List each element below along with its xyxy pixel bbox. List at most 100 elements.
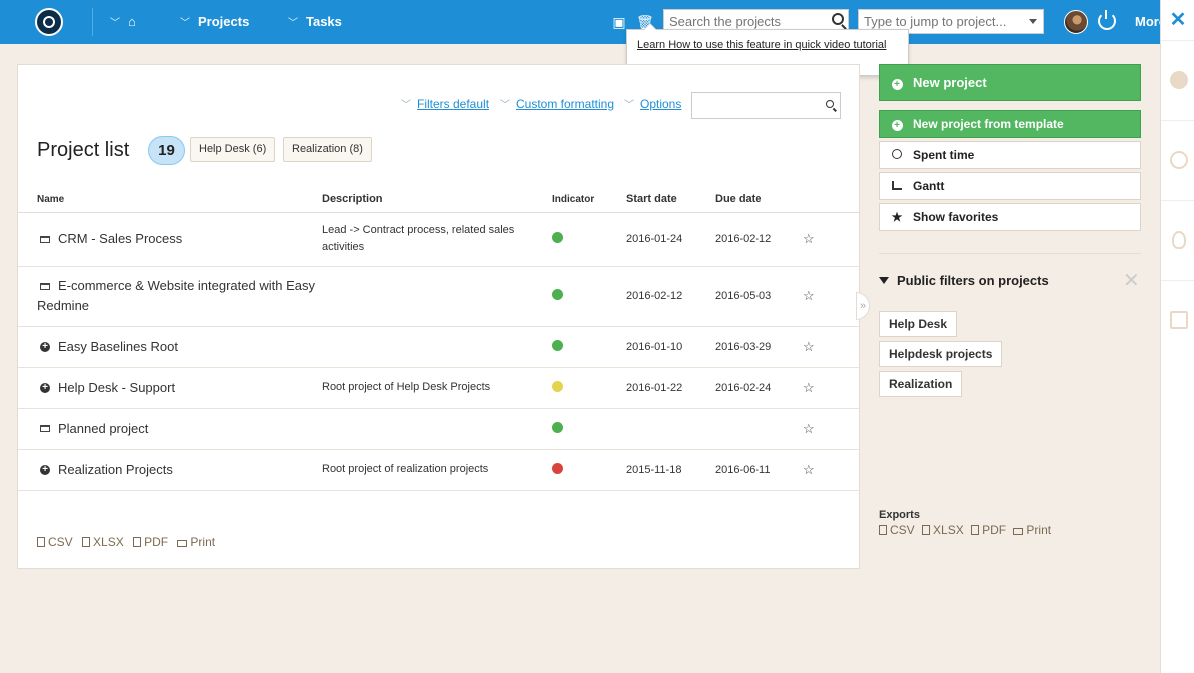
project-name[interactable]: CRM - Sales Process: [58, 231, 182, 246]
project-name[interactable]: Realization Projects: [58, 462, 173, 477]
nav-projects[interactable]: ﹀ Projects: [180, 0, 249, 44]
search-icon[interactable]: [832, 13, 844, 25]
plus-circle-icon[interactable]: +: [40, 382, 50, 393]
star-icon[interactable]: ☆: [803, 462, 815, 477]
sidebar-export-xlsx[interactable]: XLSX: [922, 523, 964, 537]
table-row[interactable]: Planned project ☆: [18, 408, 859, 450]
start-date: 2016-01-24: [626, 212, 715, 267]
project-name[interactable]: E-commerce & Website integrated with Eas…: [37, 278, 315, 313]
show-favorites-button[interactable]: ★ Show favorites: [879, 203, 1141, 231]
table-row[interactable]: + Easy Baselines Root 2016-01-10 2016-03-…: [18, 326, 859, 368]
star-icon[interactable]: ☆: [803, 288, 815, 303]
gantt-button[interactable]: Gantt: [879, 172, 1141, 200]
bar-chart-icon: [892, 181, 902, 190]
chevron-down-icon: ﹀: [180, 18, 190, 29]
sidebar-export-pdf[interactable]: PDF: [971, 523, 1006, 537]
plus-icon: +: [891, 120, 903, 131]
nav-tasks[interactable]: ﹀ Tasks: [288, 0, 342, 44]
project-name[interactable]: Help Desk - Support: [58, 380, 175, 395]
filters-toggle[interactable]: ﹀ Filters default: [401, 96, 489, 111]
options-toggle[interactable]: ﹀ Options: [624, 96, 681, 111]
start-date: 2015-11-18: [626, 449, 715, 491]
project-table: Name Description Indicator Start date Du…: [18, 187, 859, 491]
plus-circle-icon[interactable]: +: [40, 341, 50, 352]
column-due-date[interactable]: Due date: [715, 187, 803, 213]
column-start-date[interactable]: Start date: [626, 187, 715, 213]
spent-time-button[interactable]: Spent time: [879, 141, 1141, 169]
start-date: 2016-01-22: [626, 367, 715, 409]
list-search-input[interactable]: [692, 93, 817, 118]
rail-user[interactable]: [1161, 40, 1194, 120]
home-menu[interactable]: ﹀ ⌂: [110, 0, 136, 44]
rail-ideas[interactable]: [1161, 200, 1194, 280]
tag-help-desk[interactable]: Help Desk (6): [190, 137, 276, 162]
project-description: [322, 326, 552, 368]
project-description: [322, 408, 552, 450]
rail-chat[interactable]: [1161, 120, 1194, 200]
table-row[interactable]: E-commerce & Website integrated with Eas…: [18, 266, 859, 327]
close-icon[interactable]: ✕: [1161, 0, 1194, 40]
public-filter-realization[interactable]: Realization: [879, 371, 963, 397]
project-description: [322, 266, 552, 327]
user-avatar[interactable]: [1064, 10, 1088, 34]
folder-icon: [40, 235, 50, 243]
public-filter-helpdesk-projects[interactable]: Helpdesk projects: [879, 341, 1003, 367]
plus-circle-icon[interactable]: +: [40, 464, 50, 475]
export-print[interactable]: Print: [177, 535, 215, 549]
more-menu[interactable]: More: [1135, 0, 1160, 44]
star-icon[interactable]: ☆: [803, 380, 815, 395]
folder-icon: [40, 282, 50, 290]
export-pdf[interactable]: PDF: [133, 535, 168, 549]
collapse-sidebar-handle[interactable]: »: [856, 292, 870, 320]
project-name[interactable]: Easy Baselines Root: [58, 339, 178, 354]
export-xlsx[interactable]: XLSX: [82, 535, 124, 549]
start-date: 2016-02-12: [626, 266, 715, 327]
youtube-icon[interactable]: ▣: [612, 12, 626, 32]
status-indicator: [552, 339, 563, 351]
file-icon: [879, 525, 887, 535]
new-project-from-template-button[interactable]: + New project from template: [879, 110, 1141, 138]
table-row[interactable]: + Realization Projects Root project of re…: [18, 449, 859, 491]
page-title: Project list: [37, 139, 130, 161]
app-logo-icon[interactable]: [35, 8, 63, 36]
project-name[interactable]: Planned project: [58, 421, 148, 436]
caret-down-icon[interactable]: [1029, 19, 1037, 24]
public-filter-help-desk[interactable]: Help Desk: [879, 311, 958, 337]
rail-tasks[interactable]: [1161, 280, 1194, 360]
column-name[interactable]: Name: [18, 187, 322, 213]
star-icon[interactable]: ☆: [803, 421, 815, 436]
project-description: Root project of Help Desk Projects: [322, 367, 552, 409]
options-link[interactable]: Options: [640, 97, 681, 111]
file-icon: [82, 537, 91, 547]
custom-formatting-toggle[interactable]: ﹀ Custom formatting: [500, 96, 614, 111]
video-tutorial-link[interactable]: Learn How to use this feature in quick v…: [637, 39, 886, 51]
logout-power-icon[interactable]: [1098, 10, 1116, 30]
chat-icon: [1170, 151, 1188, 169]
tag-realization[interactable]: Realization (8): [283, 137, 372, 162]
export-csv[interactable]: CSV: [37, 535, 73, 549]
status-indicator: [552, 421, 563, 433]
sidebar-export-print[interactable]: Print: [1013, 523, 1051, 537]
start-date: [626, 408, 715, 450]
search-icon[interactable]: [826, 100, 834, 108]
star-icon[interactable]: ☆: [803, 231, 815, 246]
nav-projects-label: Projects: [198, 14, 250, 29]
public-filters-heading: Public filters on projects: [879, 273, 1049, 288]
column-favorite: [803, 187, 859, 213]
filters-default-link[interactable]: Filters default: [417, 97, 489, 111]
close-icon[interactable]: ✕: [1123, 271, 1140, 291]
column-indicator[interactable]: Indicator: [552, 187, 626, 213]
top-navigation-bar: ﹀⌂ ﹀Projects ﹀Tasks ▣ 🗑 More: [0, 0, 1160, 44]
star-icon[interactable]: ☆: [803, 339, 815, 354]
printer-icon: [1013, 528, 1024, 535]
new-project-button[interactable]: + New project: [879, 64, 1141, 101]
table-row[interactable]: CRM - Sales Process Lead -> Contract pro…: [18, 212, 859, 267]
exports-heading: Exports: [879, 509, 920, 521]
sidebar-export-csv[interactable]: CSV: [879, 523, 915, 537]
sidebar-export-links: CSV XLSX PDF Print: [879, 523, 1055, 537]
export-links: CSV XLSX PDF Print: [37, 535, 221, 549]
status-indicator: [552, 380, 563, 392]
custom-formatting-link[interactable]: Custom formatting: [516, 97, 614, 111]
table-row[interactable]: + Help Desk - Support Root project of Hel…: [18, 367, 859, 409]
column-description[interactable]: Description: [322, 187, 552, 213]
